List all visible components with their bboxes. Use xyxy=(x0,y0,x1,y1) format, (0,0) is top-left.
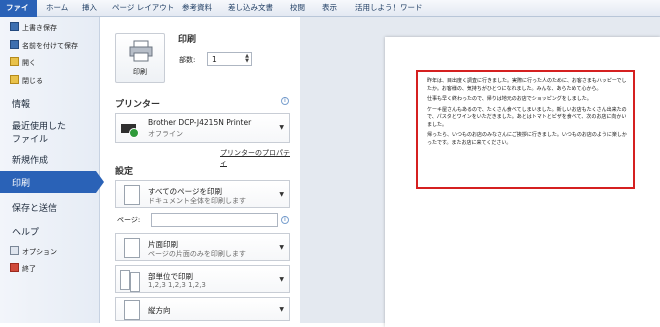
options-icon xyxy=(10,246,19,255)
printer-status: オフライン xyxy=(148,130,183,138)
orientation-title: 縦方向 xyxy=(148,306,171,315)
collate-desc: 1,2,3 1,2,3 1,2,3 xyxy=(148,281,206,289)
print-range-dropdown[interactable]: すべてのページを印刷 ドキュメント全体を印刷します ▼ xyxy=(115,180,290,208)
collate-icon-2 xyxy=(130,272,140,292)
nav-new[interactable]: 新規作成 xyxy=(12,153,48,166)
nav-help[interactable]: ヘルプ xyxy=(12,225,39,238)
folder-open-icon xyxy=(10,57,19,66)
tab-file[interactable]: ファイル xyxy=(0,0,37,28)
collate-dropdown[interactable]: 部単位で印刷 1,2,3 1,2,3 1,2,3 ▼ xyxy=(115,265,290,293)
printer-properties-link[interactable]: プリンターのプロパティ xyxy=(220,148,295,168)
chevron-down-icon: ▼ xyxy=(279,276,284,283)
print-button-label: 印刷 xyxy=(133,68,147,76)
printer-status-icon xyxy=(121,124,139,138)
backstage-sidebar: 上書き保存 名前を付けて保存 開く 閉じる 情報 最近使用した ファイル 新規作… xyxy=(0,17,104,323)
tab-page-layout[interactable]: ページ レイアウト xyxy=(112,0,174,17)
orientation-dropdown[interactable]: 縦方向 ▼ xyxy=(115,297,290,321)
nav-recent-line1: 最近使用した xyxy=(12,122,67,132)
highlight-frame: 昨年は、目出度く調査に行きました。実際に行った人のために、お客さまもハッピーでし… xyxy=(416,70,635,189)
nav-recent-line2: ファイル xyxy=(12,135,49,145)
open-command[interactable]: 開く xyxy=(10,57,36,69)
printer-info-icon[interactable]: i xyxy=(281,97,289,105)
preview-paragraph: 仕事も早く終わったので、帰りは地元のお店でショッピングをしました。 xyxy=(427,96,592,102)
tab-mailings[interactable]: 差し込み文書 xyxy=(228,0,273,17)
print-button[interactable]: 印刷 xyxy=(115,33,165,83)
preview-text: 昨年は、目出度く調査に行きました。実際に行った人のために、お客さまもハッピーでし… xyxy=(427,78,627,150)
nav-recent[interactable]: 最近使用した ファイル xyxy=(12,119,66,145)
printer-icon xyxy=(129,40,153,62)
spinner-arrows-icon[interactable]: ▲ ▼ xyxy=(245,54,249,64)
chevron-down-icon: ▼ xyxy=(279,191,284,198)
print-section-title: 印刷 xyxy=(178,35,197,45)
nav-print-label: 印刷 xyxy=(12,179,31,189)
nav-info[interactable]: 情報 xyxy=(12,97,30,110)
save-as-icon xyxy=(10,40,19,49)
pages-info-icon[interactable]: i xyxy=(281,216,289,224)
tab-references[interactable]: 参考資料 xyxy=(182,0,212,17)
tab-insert[interactable]: 挿入 xyxy=(82,0,97,17)
preview-paragraph: 昨年は、目出度く調査に行きました。実際に行った人のために、お客さまもハッピーでし… xyxy=(427,78,627,92)
save-command[interactable]: 上書き保存 xyxy=(10,22,57,34)
range-desc: ドキュメント全体を印刷します xyxy=(148,197,246,205)
save-icon xyxy=(10,22,19,31)
chevron-down-icon: ▼ xyxy=(279,306,284,313)
portrait-icon xyxy=(124,300,140,320)
ribbon-tabs: ファイル ホーム 挿入 ページ レイアウト 参考資料 差し込み文書 校閲 表示 … xyxy=(0,0,660,28)
copies-value: 1 xyxy=(212,55,217,64)
chevron-down-icon: ▼ xyxy=(279,244,284,251)
exit-icon xyxy=(10,263,19,272)
printer-name: Brother DCP-J4215N Printer xyxy=(148,118,252,127)
pages-input[interactable] xyxy=(151,213,278,227)
tab-view[interactable]: 表示 xyxy=(322,0,337,17)
nav-save-send[interactable]: 保存と送信 xyxy=(12,201,57,214)
printer-section-title: プリンター xyxy=(115,100,161,110)
collate-icon xyxy=(120,270,130,290)
copies-spinner[interactable]: 1 ▲ ▼ xyxy=(207,52,252,66)
tab-home[interactable]: ホーム xyxy=(46,0,68,17)
print-preview: 昨年は、目出度く調査に行きました。実際に行った人のために、お客さまもハッピーでし… xyxy=(300,17,660,327)
preview-paragraph: ケーキ屋さんもあるので、たくさん食べてしまいました。新しいお店もたくさん出来たの… xyxy=(427,106,627,128)
preview-page: 昨年は、目出度く調査に行きました。実際に行った人のために、お客さまもハッピーでし… xyxy=(385,37,660,327)
sides-dropdown[interactable]: 片面印刷 ページの片面のみを印刷します ▼ xyxy=(115,233,290,261)
sides-desc: ページの片面のみを印刷します xyxy=(148,250,246,258)
folder-close-icon xyxy=(10,75,19,84)
pages-label: ページ: xyxy=(117,216,141,224)
tab-review[interactable]: 校閲 xyxy=(290,0,305,17)
options-command[interactable]: オプション xyxy=(10,246,57,258)
exit-command[interactable]: 終了 xyxy=(10,263,36,275)
pages-icon xyxy=(124,185,140,205)
save-as-command[interactable]: 名前を付けて保存 xyxy=(10,40,78,52)
preview-paragraph: 帰ったら、いつものお店のみなさんにご挨拶に行きました。いつものお店のように楽しか… xyxy=(427,132,627,146)
nav-print-selected[interactable]: 印刷 xyxy=(0,171,104,193)
close-command[interactable]: 閉じる xyxy=(10,75,43,87)
one-sided-icon xyxy=(124,238,140,258)
settings-section-title: 設定 xyxy=(115,167,134,177)
chevron-down-icon: ▼ xyxy=(279,124,284,131)
printer-dropdown[interactable]: Brother DCP-J4215N Printer オフライン ▼ xyxy=(115,113,290,143)
copies-label: 部数: xyxy=(179,56,196,64)
print-settings-pane: 印刷 印刷 部数: 1 ▲ ▼ プリンター i Brother DCP-J4215… xyxy=(105,17,295,323)
tab-word-tips[interactable]: 活用しよう！ワード xyxy=(355,0,423,17)
